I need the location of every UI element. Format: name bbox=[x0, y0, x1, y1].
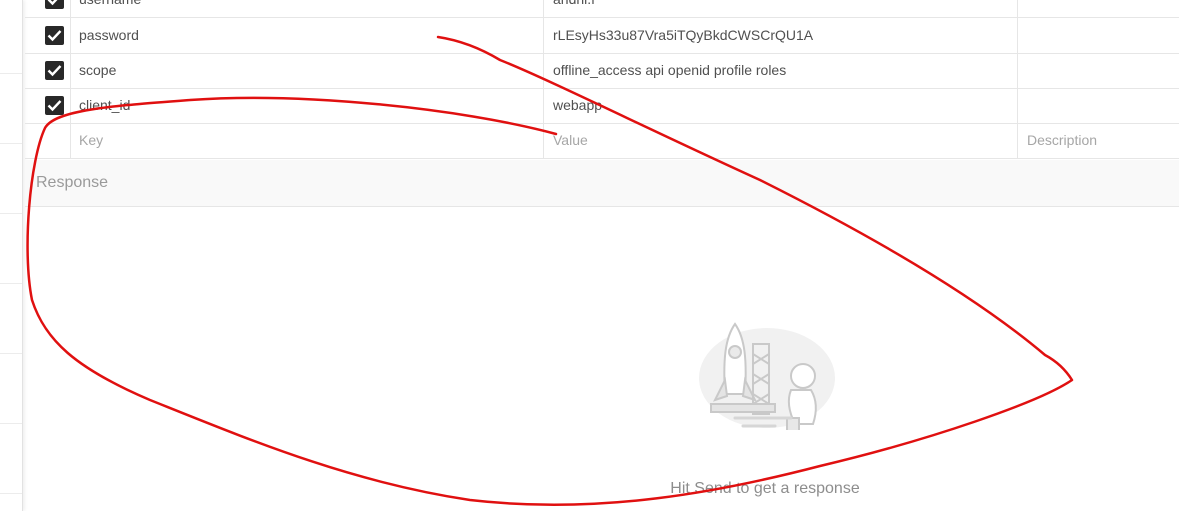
empty-response-hint: Hit Send to get a response bbox=[670, 480, 860, 497]
response-title: Response bbox=[36, 174, 109, 191]
checkmark-icon bbox=[47, 65, 62, 77]
checkmark-icon bbox=[47, 30, 62, 42]
param-row: username andhi.f bbox=[25, 0, 1179, 18]
param-checkbox[interactable] bbox=[45, 26, 64, 45]
param-checkbox[interactable] bbox=[45, 0, 64, 9]
param-key[interactable]: client_id bbox=[71, 88, 544, 123]
param-row: scope offline_access api openid profile … bbox=[25, 53, 1179, 89]
checkmark-icon bbox=[47, 100, 62, 112]
new-key-input[interactable]: Key bbox=[71, 123, 544, 158]
param-description[interactable] bbox=[1019, 0, 1179, 17]
left-sidebar-rail bbox=[0, 0, 23, 511]
rocket-astronaut-illustration bbox=[699, 322, 835, 430]
param-value[interactable]: offline_access api openid profile roles bbox=[545, 53, 1018, 88]
param-description[interactable] bbox=[1019, 53, 1179, 88]
new-description-input[interactable]: Description bbox=[1019, 123, 1179, 158]
param-checkbox[interactable] bbox=[45, 61, 64, 80]
param-value[interactable]: rLEsyHs33u87Vra5iTQyBkdCWSCrQU1A bbox=[545, 18, 1018, 53]
param-value[interactable]: andhi.f bbox=[545, 0, 1018, 17]
param-key[interactable]: scope bbox=[71, 53, 544, 88]
app-window: username andhi.f password rLEsyHs33u87Vr… bbox=[0, 0, 1179, 511]
param-description[interactable] bbox=[1019, 88, 1179, 123]
param-description[interactable] bbox=[1019, 18, 1179, 53]
param-key[interactable]: username bbox=[71, 0, 544, 17]
new-value-input[interactable]: Value bbox=[545, 123, 1018, 158]
param-value[interactable]: webapp bbox=[545, 88, 1018, 123]
checkmark-icon bbox=[47, 0, 58, 6]
param-key[interactable]: password bbox=[71, 18, 544, 53]
response-header[interactable]: Response bbox=[25, 160, 1179, 207]
param-row: password rLEsyHs33u87Vra5iTQyBkdCWSCrQU1… bbox=[25, 18, 1179, 54]
new-param-row: Key Value Description bbox=[25, 123, 1179, 159]
param-row: client_id webapp bbox=[25, 88, 1179, 124]
param-checkbox[interactable] bbox=[45, 96, 64, 115]
